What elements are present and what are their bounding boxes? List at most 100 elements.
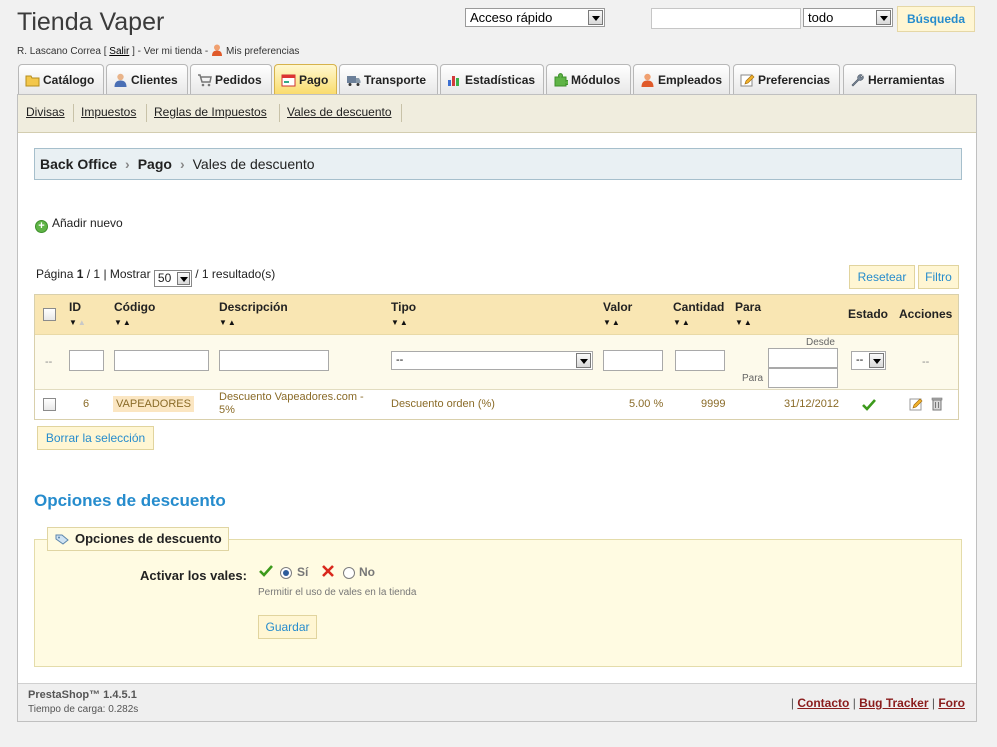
tab-pedidos[interactable]: Pedidos — [190, 64, 272, 95]
subnav-reglas-impuestos[interactable]: Reglas de Impuestos — [154, 105, 267, 119]
quick-access-select[interactable]: Acceso rápido — [465, 8, 605, 27]
yes-check-icon — [259, 565, 273, 577]
tab-transporte[interactable]: Transporte — [339, 64, 438, 95]
show-label: | Mostrar — [103, 267, 151, 281]
wrench-icon — [851, 74, 864, 87]
row-quantity: 9999 — [701, 398, 726, 410]
col-quantity: Cantidad — [673, 300, 725, 314]
tab-label: Módulos — [571, 73, 621, 87]
filter-quantity-input[interactable] — [675, 350, 725, 371]
chevron-down-icon — [588, 10, 603, 25]
view-store-link[interactable]: Ver mi tienda — [144, 46, 202, 57]
sort-id[interactable]: ▼▲ — [69, 318, 87, 327]
forum-link[interactable]: Foro — [938, 696, 965, 710]
tab-pago[interactable]: Pago — [274, 64, 337, 96]
table-row[interactable]: 6 VAPEADORES Descuento Vapeadores.com - … — [35, 391, 958, 419]
filter-button[interactable]: Filtro — [918, 265, 959, 289]
tab-empleados[interactable]: Empleados — [633, 64, 730, 95]
folder-icon — [25, 75, 40, 87]
select-all-checkbox[interactable] — [43, 308, 56, 321]
sort-type[interactable]: ▼▲ — [391, 318, 409, 327]
no-label[interactable]: No — [359, 565, 375, 579]
chevron-down-icon — [176, 272, 190, 285]
breadcrumb-root[interactable]: Back Office — [40, 156, 117, 172]
user-bar: R. Lascano Correa [ Salir ] - Ver mi tie… — [17, 44, 300, 57]
main-panel: Divisas Impuestos Reglas de Impuestos Va… — [17, 94, 977, 722]
tab-clientes[interactable]: Clientes — [106, 64, 188, 95]
section-title: Opciones de descuento — [34, 491, 226, 510]
row-description: Descuento Vapeadores.com - 5% — [219, 391, 364, 416]
search-scope-select[interactable]: todo — [803, 8, 893, 27]
user-icon — [114, 73, 127, 87]
subnav-divider — [73, 104, 74, 122]
logout-link[interactable]: Salir — [109, 46, 129, 57]
sort-quantity[interactable]: ▼▲ — [673, 318, 691, 327]
row-checkbox[interactable] — [43, 398, 56, 411]
yes-label[interactable]: Sí — [297, 565, 308, 579]
no-radio[interactable] — [343, 567, 355, 579]
filter-code-input[interactable] — [114, 350, 209, 371]
contact-link[interactable]: Contacto — [797, 696, 849, 710]
col-actions: Acciones — [899, 307, 953, 321]
subnav-impuestos[interactable]: Impuestos — [81, 105, 136, 119]
subnav-divider — [279, 104, 280, 122]
yes-radio[interactable] — [280, 567, 292, 579]
pagination: Página 1 / 1 | Mostrar 50 / 1 resultado(… — [36, 267, 275, 287]
tab-estadisticas[interactable]: Estadísticas — [440, 64, 544, 95]
breadcrumb-section[interactable]: Pago — [138, 156, 172, 172]
filter-date-to-input[interactable] — [768, 368, 838, 388]
save-button[interactable]: Guardar — [258, 615, 317, 639]
edit-icon[interactable] — [909, 397, 923, 411]
tab-modulos[interactable]: Módulos — [546, 64, 631, 95]
search-input[interactable] — [651, 8, 801, 29]
filter-value-input[interactable] — [603, 350, 663, 371]
footer: PrestaShop™ 1.4.5.1 Tiempo de carga: 0.2… — [18, 683, 976, 721]
delete-icon[interactable] — [931, 397, 943, 411]
tab-label: Empleados — [658, 73, 723, 87]
subnav-divisas[interactable]: Divisas — [26, 105, 65, 119]
reset-button[interactable]: Resetear — [849, 265, 915, 289]
col-id: ID — [69, 300, 81, 314]
per-page-select[interactable]: 50 — [153, 270, 192, 287]
add-new-label: Añadir nuevo — [52, 216, 123, 230]
filter-description-input[interactable] — [219, 350, 329, 371]
table-header: ID ▼▲ Código ▼▲ Descripción ▼▲ Tipo ▼▲ V… — [35, 295, 958, 335]
filter-type-value: -- — [396, 354, 404, 366]
truck-icon — [347, 76, 361, 86]
tab-catalogo[interactable]: Catálogo — [18, 64, 104, 95]
filter-status-value: -- — [856, 354, 864, 366]
search-button[interactable]: Búsqueda — [897, 6, 975, 32]
user-name: R. Lascano Correa — [17, 46, 101, 57]
tab-label: Transporte — [364, 73, 427, 87]
activate-vouchers-label: Activar los vales: — [140, 568, 247, 583]
version-label: PrestaShop™ 1.4.5.1 — [28, 689, 137, 701]
sort-code[interactable]: ▼▲ — [114, 318, 132, 327]
sort-value[interactable]: ▼▲ — [603, 318, 621, 327]
add-new-link[interactable]: + Añadir nuevo — [35, 216, 123, 233]
chevron-down-icon — [869, 353, 884, 368]
filter-id-input[interactable] — [69, 350, 104, 371]
fieldset-legend: Opciones de descuento — [47, 527, 229, 551]
enabled-check-icon[interactable] — [862, 399, 876, 411]
row-code: VAPEADORES — [113, 396, 194, 412]
subnav-vales-descuento[interactable]: Vales de descuento — [287, 105, 392, 119]
sort-to[interactable]: ▼▲ — [735, 318, 753, 327]
user-preferences-icon — [212, 44, 223, 56]
filter-actions-placeholder: -- — [922, 356, 930, 368]
chart-icon — [448, 76, 459, 86]
tab-preferencias[interactable]: Preferencias — [733, 64, 840, 95]
tab-label: Clientes — [131, 73, 178, 87]
puzzle-icon — [554, 73, 568, 87]
tab-label: Catálogo — [43, 73, 95, 87]
discount-options-fieldset — [34, 539, 962, 667]
filter-type-select[interactable]: -- — [391, 351, 593, 370]
bug-tracker-link[interactable]: Bug Tracker — [859, 696, 928, 710]
delete-selection-button[interactable]: Borrar la selección — [37, 426, 154, 450]
tab-herramientas[interactable]: Herramientas — [843, 64, 956, 95]
filter-date-from-input[interactable] — [768, 348, 838, 368]
load-time: Tiempo de carga: 0.282s — [28, 704, 139, 715]
sort-description[interactable]: ▼▲ — [219, 318, 237, 327]
preferences-link[interactable]: Mis preferencias — [226, 46, 299, 57]
filter-status-select[interactable]: -- — [851, 351, 886, 370]
store-title: Tienda Vaper — [17, 8, 165, 36]
